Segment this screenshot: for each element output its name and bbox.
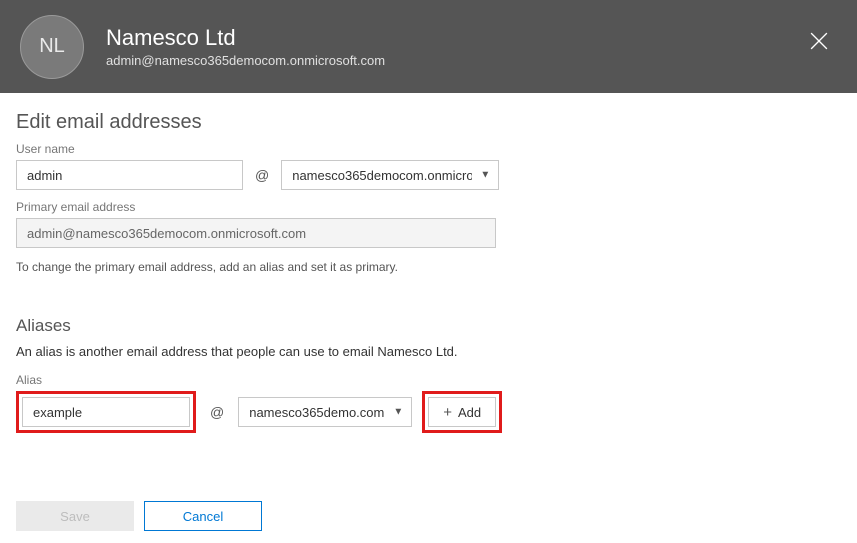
plus-icon: + bbox=[443, 404, 452, 421]
avatar-initials: NL bbox=[39, 35, 65, 58]
alias-row: @ namesco365demo.com ▼ + Add bbox=[16, 391, 841, 433]
close-icon bbox=[810, 32, 828, 50]
username-domain-select[interactable]: namesco365democom.onmicrosoft.com ▼ bbox=[281, 160, 499, 190]
primary-help-text: To change the primary email address, add… bbox=[16, 260, 841, 274]
aliases-title: Aliases bbox=[16, 316, 841, 336]
add-button-highlight: + Add bbox=[422, 391, 502, 433]
at-symbol: @ bbox=[251, 167, 273, 183]
chevron-down-icon: ▼ bbox=[480, 170, 490, 181]
alias-domain-select[interactable]: namesco365demo.com ▼ bbox=[238, 397, 412, 427]
close-button[interactable] bbox=[803, 25, 835, 57]
aliases-section: Aliases An alias is another email addres… bbox=[16, 316, 841, 433]
page-title: Edit email addresses bbox=[16, 111, 841, 134]
add-alias-button[interactable]: + Add bbox=[428, 397, 496, 427]
alias-input[interactable] bbox=[22, 397, 190, 427]
footer-buttons: Save Cancel bbox=[16, 501, 841, 531]
header-subtitle: admin@namesco365democom.onmicrosoft.com bbox=[106, 53, 385, 68]
username-domain-text: namesco365democom.onmicrosoft.com bbox=[292, 168, 472, 183]
at-symbol: @ bbox=[206, 404, 228, 420]
header-bar: NL Namesco Ltd admin@namesco365democom.o… bbox=[0, 0, 857, 93]
alias-input-highlight bbox=[16, 391, 196, 433]
alias-domain-text: namesco365demo.com bbox=[249, 405, 384, 420]
username-input[interactable] bbox=[16, 160, 243, 190]
username-label: User name bbox=[16, 142, 841, 156]
primary-label: Primary email address bbox=[16, 200, 841, 214]
header-text: Namesco Ltd admin@namesco365democom.onmi… bbox=[106, 25, 385, 68]
avatar: NL bbox=[20, 15, 84, 79]
content: Edit email addresses User name @ namesco… bbox=[0, 93, 857, 531]
username-row: @ namesco365democom.onmicrosoft.com ▼ bbox=[16, 160, 841, 190]
add-button-label: Add bbox=[458, 405, 481, 420]
chevron-down-icon: ▼ bbox=[393, 407, 403, 418]
aliases-description: An alias is another email address that p… bbox=[16, 344, 841, 359]
cancel-button[interactable]: Cancel bbox=[144, 501, 262, 531]
save-button: Save bbox=[16, 501, 134, 531]
header-title: Namesco Ltd bbox=[106, 25, 385, 51]
primary-email-input bbox=[16, 218, 496, 248]
alias-label: Alias bbox=[16, 373, 841, 387]
